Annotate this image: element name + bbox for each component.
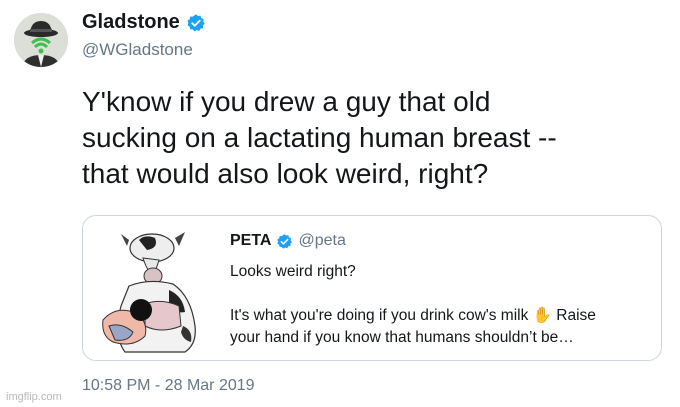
tweet-text-line: that would also look weird, right?: [82, 158, 489, 189]
tweet-text: Y'know if you drew a guy that old suckin…: [82, 84, 652, 192]
raised-hand-icon: ✋: [532, 307, 552, 324]
quoted-text-line: It's what you're doing if you drink cow'…: [230, 305, 650, 327]
quoted-tweet-image[interactable]: [99, 226, 217, 354]
tweet-text-line: sucking on a lactating human breast --: [82, 122, 557, 153]
author-avatar[interactable]: [14, 13, 68, 67]
quoted-author-handle[interactable]: @peta: [298, 232, 345, 250]
quoted-text-fragment: Raise: [551, 307, 596, 324]
hat-person-icon: [14, 13, 68, 67]
quoted-text-line: Looks weird right?: [230, 263, 356, 280]
quoted-tweet-text: Looks weird right? It's what you're doin…: [230, 261, 650, 349]
watermark: imgflip.com: [6, 391, 62, 403]
author-name[interactable]: Gladstone: [82, 11, 180, 34]
verified-badge-icon: [187, 13, 205, 31]
tweet-text-line: Y'know if you drew a guy that old: [82, 86, 491, 117]
author-name-row[interactable]: Gladstone: [82, 11, 206, 34]
quoted-author-name[interactable]: PETA: [230, 232, 271, 250]
quoted-text-fragment: It's what you're doing if you drink cow'…: [230, 307, 529, 324]
verified-badge-icon: [277, 233, 293, 249]
quoted-text-spacer: [230, 283, 650, 305]
quoted-text-line: your hand if you know that humans should…: [230, 329, 574, 346]
quoted-tweet-header[interactable]: PETA @peta: [230, 232, 346, 250]
quoted-tweet-card[interactable]: PETA @peta Looks weird right? It's what …: [82, 215, 662, 361]
cow-illustration-icon: [102, 232, 196, 353]
author-handle[interactable]: @WGladstone: [82, 40, 193, 60]
tweet-timestamp[interactable]: 10:58 PM - 28 Mar 2019: [82, 377, 255, 395]
